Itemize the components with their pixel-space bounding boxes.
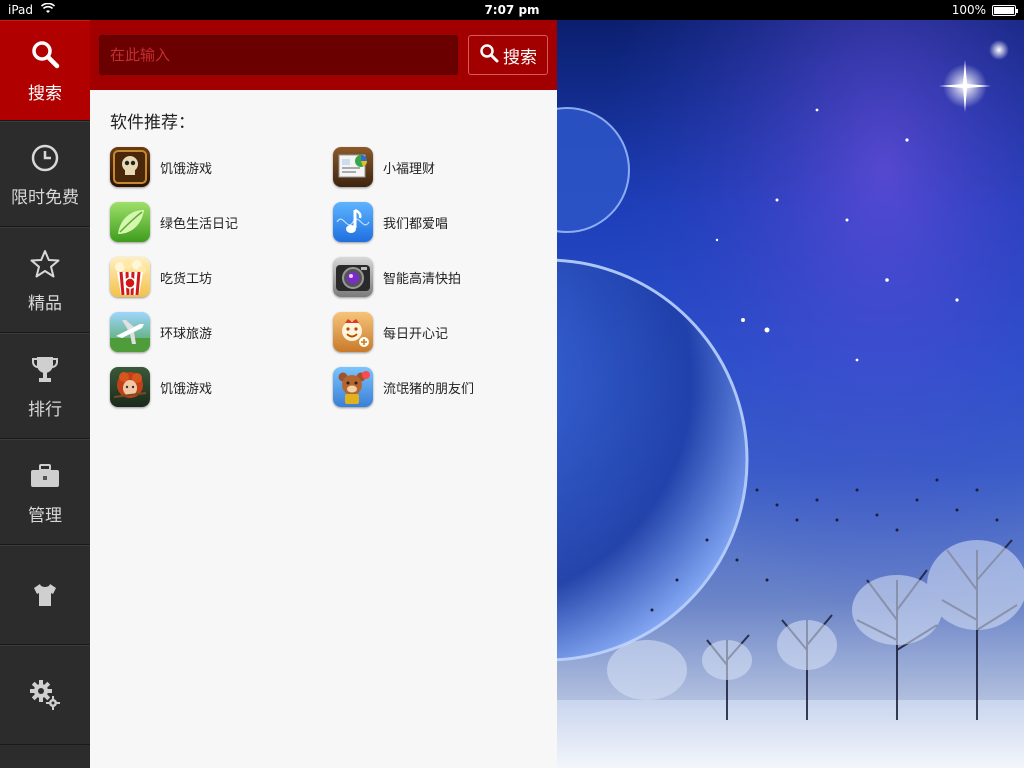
search-icon — [479, 43, 499, 68]
tshirt-icon — [28, 578, 62, 612]
sidebar-item-label: 管理 — [28, 505, 62, 526]
sidebar: 搜索 限时免费 精品 排行 管理 — [0, 20, 90, 768]
list-item[interactable]: 小福理财 — [333, 147, 550, 187]
list-item[interactable]: 我们都爱唱 — [333, 202, 550, 242]
status-time: 7:07 pm — [484, 3, 540, 17]
recommend-title: 软件推荐： — [110, 113, 195, 133]
search-button-label: 搜索 — [503, 47, 537, 68]
search-input[interactable] — [99, 35, 458, 75]
search-icon — [28, 37, 62, 71]
sidebar-item-label: 精品 — [28, 293, 62, 314]
battery-icon — [992, 4, 1018, 16]
star-icon — [28, 247, 62, 281]
search-panel: 搜索 软件推荐： 饥饿游戏 小福理财 绿色生活日记 我们都爱唱 — [90, 20, 557, 768]
app-name: 每日开心记 — [383, 326, 449, 342]
sidebar-item-label: 排行 — [28, 399, 62, 420]
airplane-icon — [110, 312, 150, 352]
search-button[interactable]: 搜索 — [468, 35, 548, 75]
sidebar-item-manage[interactable]: 管理 — [0, 439, 90, 545]
sidebar-item-settings[interactable] — [0, 645, 90, 745]
list-item[interactable]: 饥饿游戏 — [110, 147, 333, 187]
list-item[interactable]: 饥饿游戏 — [110, 367, 333, 407]
list-item[interactable]: 每日开心记 — [333, 312, 550, 352]
status-bar: iPad 7:07 pm 100% — [0, 0, 1024, 20]
music-note-icon — [333, 202, 373, 242]
night-sky-scene — [557, 20, 1024, 768]
search-header: 搜索 — [90, 20, 557, 90]
clock-icon — [28, 141, 62, 175]
wallpaper — [557, 20, 1024, 768]
gear-icon — [28, 678, 62, 712]
smiley-icon — [333, 312, 373, 352]
list-item[interactable]: 流氓猪的朋友们 — [333, 367, 550, 407]
sidebar-item-label: 限时免费 — [11, 187, 79, 208]
sidebar-item-search[interactable]: 搜索 — [0, 20, 90, 121]
sidebar-item-theme[interactable] — [0, 545, 90, 645]
app-name: 智能高清快拍 — [383, 271, 462, 287]
finance-icon — [333, 147, 373, 187]
app-name: 小福理财 — [383, 161, 436, 177]
app-name: 饥饿游戏 — [160, 381, 213, 397]
app-list: 饥饿游戏 小福理财 绿色生活日记 我们都爱唱 吃货工坊 智能高清快拍 环球旅游 … — [110, 147, 550, 407]
app-name: 环球旅游 — [160, 326, 213, 342]
sidebar-item-label: 搜索 — [28, 84, 62, 104]
battery-percent: 100% — [951, 3, 986, 17]
list-item[interactable]: 智能高清快拍 — [333, 257, 550, 297]
camera-icon — [333, 257, 373, 297]
app-name: 绿色生活日记 — [160, 216, 239, 232]
app-name: 流氓猪的朋友们 — [383, 381, 475, 397]
sidebar-item-ranking[interactable]: 排行 — [0, 333, 90, 439]
skull-game-icon — [110, 147, 150, 187]
leaf-icon — [110, 202, 150, 242]
list-item[interactable]: 绿色生活日记 — [110, 202, 333, 242]
trophy-icon — [28, 353, 62, 387]
list-item[interactable]: 吃货工坊 — [110, 257, 333, 297]
bear-icon — [333, 367, 373, 407]
popcorn-icon — [110, 257, 150, 297]
list-item[interactable]: 环球旅游 — [110, 312, 333, 352]
app-name: 我们都爱唱 — [383, 216, 449, 232]
sidebar-item-featured[interactable]: 精品 — [0, 227, 90, 333]
archer-icon — [110, 367, 150, 407]
sidebar-item-free[interactable]: 限时免费 — [0, 121, 90, 227]
briefcase-icon — [28, 459, 62, 493]
app-name: 饥饿游戏 — [160, 161, 213, 177]
app-name: 吃货工坊 — [160, 271, 213, 287]
